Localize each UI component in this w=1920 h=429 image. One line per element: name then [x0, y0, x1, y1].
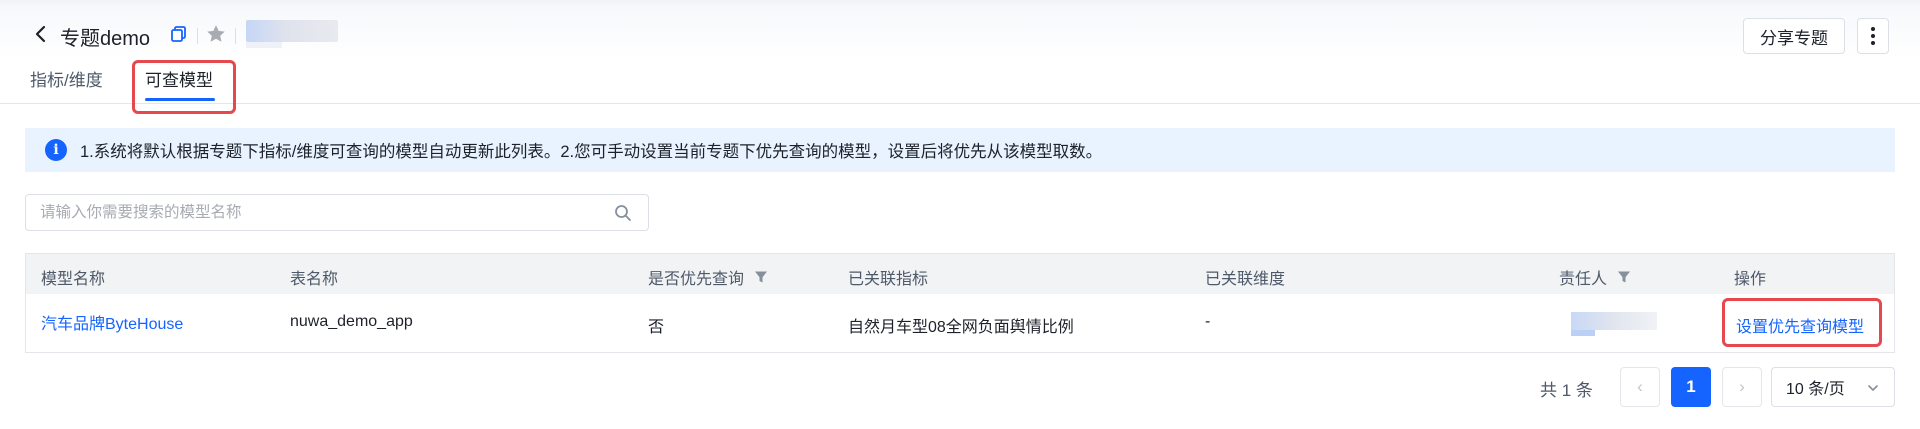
info-icon: i: [45, 139, 67, 161]
avatar: [1571, 312, 1657, 336]
blurred-user-info: [246, 20, 338, 42]
chevron-left-icon: ‹: [1637, 377, 1643, 396]
copy-button[interactable]: [170, 25, 188, 48]
alert-text: 1.系统将默认根据专题下指标/维度可查询的模型自动更新此列表。2.您可手动设置当…: [80, 143, 1103, 161]
column-header-model-name: 模型名称: [41, 271, 106, 288]
table-header: 模型名称 表名称 是否优先查询 已关联指标 已关联维度 责任人 操作: [26, 254, 1894, 294]
column-header-actions: 操作: [1734, 271, 1767, 288]
priority-cell: 否: [648, 319, 665, 336]
models-table: 模型名称 表名称 是否优先查询 已关联指标 已关联维度 责任人 操作 汽车品牌B…: [25, 253, 1895, 353]
search-box[interactable]: [25, 194, 649, 231]
favorite-button[interactable]: [205, 23, 227, 50]
info-alert: i 1.系统将默认根据专题下指标/维度可查询的模型自动更新此列表。2.您可手动设…: [25, 128, 1895, 172]
pagination-total: 共 1 条: [1540, 381, 1593, 400]
filter-icon[interactable]: [754, 270, 768, 284]
chevron-left-icon: [35, 25, 46, 43]
search-input[interactable]: [40, 195, 600, 230]
set-priority-model-link[interactable]: 设置优先查询模型: [1736, 313, 1864, 337]
back-button[interactable]: [30, 22, 52, 46]
column-header-metrics: 已关联指标: [848, 271, 929, 288]
copy-icon: [171, 26, 186, 42]
chevron-right-icon: ›: [1739, 377, 1745, 396]
column-header-owner-label: 责任人: [1559, 271, 1608, 288]
model-name-link[interactable]: 汽车品牌ByteHouse: [41, 310, 183, 334]
star-icon: [207, 25, 225, 42]
next-page-button[interactable]: ›: [1722, 367, 1762, 407]
column-header-table-name: 表名称: [290, 271, 339, 288]
tab-metrics-dimensions[interactable]: 指标/维度: [30, 66, 103, 91]
page-title: 专题demo: [60, 28, 151, 50]
table-name-cell: nuwa_demo_app: [290, 313, 413, 330]
active-tab-indicator: [145, 98, 215, 101]
tab-queryable-models[interactable]: 可查模型: [145, 66, 213, 91]
page-number-button[interactable]: 1: [1671, 367, 1711, 407]
prev-page-button[interactable]: ‹: [1620, 367, 1660, 407]
share-topic-button[interactable]: 分享专题: [1743, 18, 1845, 54]
filter-icon[interactable]: [1617, 270, 1631, 284]
search-icon: [615, 205, 631, 221]
divider: [235, 28, 236, 44]
search-button[interactable]: [614, 204, 632, 227]
column-header-priority: 是否优先查询: [648, 265, 768, 289]
metrics-cell: 自然月车型08全网负面舆情比例: [848, 319, 1074, 336]
column-header-dimensions: 已关联维度: [1205, 271, 1286, 288]
more-button[interactable]: [1857, 18, 1889, 54]
page-size-select[interactable]: 10 条/页: [1771, 367, 1895, 407]
page-header: 专题demo 分享专题 指标/维度 可查模型: [0, 0, 1920, 104]
column-header-owner: 责任人: [1559, 265, 1631, 289]
chevron-down-icon: [1868, 385, 1878, 391]
page-size-label: 10 条/页: [1786, 381, 1845, 398]
divider: [197, 28, 198, 44]
column-header-priority-label: 是否优先查询: [648, 271, 745, 288]
more-vertical-icon: [1871, 27, 1875, 45]
dimensions-cell: -: [1205, 313, 1211, 330]
blurred-user-info-shadow: [246, 42, 282, 48]
